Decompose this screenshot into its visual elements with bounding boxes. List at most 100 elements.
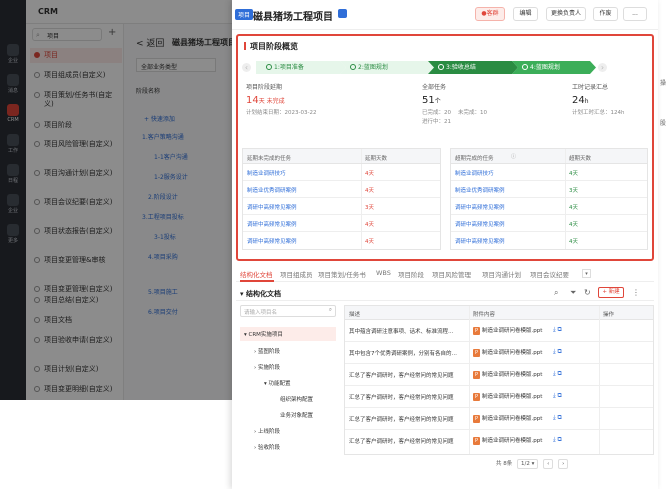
download-icon[interactable]: ⤓ ⧉ bbox=[553, 326, 562, 334]
task-link[interactable]: 调研中高频常见案例 bbox=[247, 203, 297, 211]
table-row: 制造业调研技巧 4天 bbox=[451, 164, 647, 181]
table-row: 调研中高频常见案例 4天 bbox=[243, 232, 440, 249]
edit-button[interactable]: 编辑 bbox=[513, 7, 538, 21]
more-icon[interactable]: ⋮ bbox=[632, 288, 640, 297]
check-icon bbox=[266, 64, 272, 70]
stage-steps: ‹ 1:项目准备 2:蓝图规划 3:验收总结 4:蓝图规划 › bbox=[242, 61, 648, 75]
project-detail-drawer: 项目 磁县猪场工程项目 🔒︎ ●客群 编辑 更换负责人 作废 ... 项目阶段概… bbox=[232, 0, 658, 489]
task-link[interactable]: 制造业优秀调研案例 bbox=[455, 186, 505, 194]
task-link[interactable]: 调研中高频常见案例 bbox=[455, 220, 505, 228]
tab-structured-doc[interactable]: 结构化文档 bbox=[240, 269, 273, 279]
new-button[interactable]: + 新建 bbox=[598, 287, 624, 298]
step-3[interactable]: 3:验收总结 bbox=[428, 61, 518, 74]
structured-doc-panel: ▾ 结构化文档 ⌕ ⏷ ↻ + 新建 ⋮ 请输入项目名 ⌕ ▾ CRM实施项目 ›… bbox=[236, 285, 654, 485]
tree-node[interactable]: › 上线阶段 bbox=[254, 427, 280, 435]
download-icon[interactable]: ⤓ ⧉ bbox=[553, 392, 562, 400]
search-icon[interactable]: ⌕ bbox=[554, 288, 558, 298]
step-4[interactable]: 4:蓝图规划 bbox=[512, 61, 596, 74]
tree-node[interactable]: 组织架构配置 bbox=[280, 395, 313, 403]
download-icon[interactable]: ⤓ ⧉ bbox=[553, 414, 562, 422]
task-link[interactable]: 制造业调研技巧 bbox=[247, 169, 286, 177]
overdue-tasks-table: 超期完成的任务 ⓘ 超期天数 制造业调研技巧 4天 制造业优秀调研案例 3天 调研中高频… bbox=[450, 148, 648, 250]
table-row: 调研中高频常见案例 4天 bbox=[451, 198, 647, 215]
tab-communication[interactable]: 项目沟通计划 bbox=[482, 269, 521, 279]
download-icon[interactable]: ⤓ ⧉ bbox=[553, 436, 562, 444]
help-icon[interactable]: ⓘ bbox=[511, 153, 516, 160]
page-title: 磁县猪场工程项目 bbox=[253, 12, 333, 23]
check-icon bbox=[350, 64, 356, 70]
tree-node[interactable]: ▾ 功能配置 bbox=[264, 379, 291, 387]
table-row: 调研中高频常见案例 4天 bbox=[451, 232, 647, 249]
tree-node[interactable]: › 蓝图阶段 bbox=[254, 347, 280, 355]
current-stage-icon bbox=[522, 64, 528, 70]
table-row: 汇总了客户调研时，客户经常问的常见问题 P 制造业调研问卷模版.ppt ⤓ ⧉ bbox=[345, 364, 653, 386]
attachment-link[interactable]: P 制造业调研问卷模版.ppt bbox=[473, 436, 542, 445]
tab-wbs[interactable]: WBS bbox=[376, 269, 391, 277]
ppt-file-icon: P bbox=[473, 415, 480, 423]
void-button[interactable]: 作废 bbox=[593, 7, 618, 21]
table-row: 制造业优秀调研案例 3天 bbox=[451, 181, 647, 198]
delayed-tasks-table: 延期未完成的任务 延期天数 制造业调研技巧 4天 制造业优秀调研案例 4天 调研中高频… bbox=[242, 148, 441, 250]
tree-node[interactable]: 业务对象配置 bbox=[280, 411, 313, 419]
attachment-link[interactable]: P 制造业调研问卷模版.ppt bbox=[473, 370, 542, 379]
tab-risk[interactable]: 项目风险管理 bbox=[432, 269, 471, 279]
task-link[interactable]: 调研中高频常见案例 bbox=[455, 237, 505, 245]
table-row: 其中蕴含调研注意事项、话术、标准流程… P 制造业调研问卷模版.ppt ⤓ ⧉ bbox=[345, 320, 653, 342]
metric-delay: 项目阶段延期 14天 未完成 计划结束日期：2023-03-22 bbox=[246, 84, 317, 116]
metric-hours: 工时记录汇总 24h 计划工时汇总：124h bbox=[572, 84, 625, 116]
search-icon: ⌕ bbox=[328, 307, 332, 313]
refresh-icon[interactable]: ↻ bbox=[584, 288, 591, 297]
step-1[interactable]: 1:项目准备 bbox=[256, 61, 346, 74]
section-title: ▾ 结构化文档 bbox=[240, 290, 281, 298]
table-row: 调研中高频常见案例 4天 bbox=[451, 215, 647, 232]
tab-minutes[interactable]: 项目会议纪要 bbox=[530, 269, 569, 279]
lock-icon[interactable]: 🔒︎ bbox=[326, 10, 330, 19]
tree-node[interactable]: › 实施阶段 bbox=[254, 363, 280, 371]
right-edge-strip: 操 股 bbox=[658, 0, 670, 489]
tag-icon[interactable] bbox=[338, 9, 347, 18]
task-link[interactable]: 制造业调研技巧 bbox=[455, 169, 494, 177]
tree-node[interactable]: ▾ CRM实施项目 bbox=[240, 327, 336, 341]
tab-stage[interactable]: 项目阶段 bbox=[398, 269, 424, 279]
tree-search-input[interactable]: 请输入项目名 ⌕ bbox=[240, 305, 336, 317]
attachment-link[interactable]: P 制造业调研问卷模版.ppt bbox=[473, 348, 542, 357]
doc-tree: 请输入项目名 ⌕ ▾ CRM实施项目 › 蓝图阶段 › 实施阶段 ▾ 功能配置 组… bbox=[240, 305, 340, 475]
table-row: 汇总了客户调研时，客户经常问的常见问题 P 制造业调研问卷模版.ppt ⤓ ⧉ bbox=[345, 408, 653, 430]
attachment-link[interactable]: P 制造业调研问卷模版.ppt bbox=[473, 392, 542, 401]
chevron-down-icon[interactable]: ▾ bbox=[582, 269, 591, 278]
step-2[interactable]: 2:蓝图规划 bbox=[340, 61, 434, 74]
page-select[interactable]: 1/2 ▾ bbox=[517, 459, 539, 469]
table-row: 其中包含7个优秀调研案例，分别有各自的… P 制造业调研问卷模版.ppt ⤓ ⧉ bbox=[345, 342, 653, 364]
doc-table: 描述 附件内容 操作 其中蕴含调研注意事项、话术、标准流程… P 制造业调研问卷模版… bbox=[344, 305, 654, 455]
tab-members[interactable]: 项目组成员 bbox=[280, 269, 313, 279]
table-row: 汇总了客户调研时，客户经常问的常见问题 P 制造业调研问卷模版.ppt ⤓ ⧉ bbox=[345, 386, 653, 408]
next-page-button[interactable]: › bbox=[558, 459, 569, 469]
overview-title: 项目阶段概览 bbox=[244, 41, 298, 52]
download-icon[interactable]: ⤓ ⧉ bbox=[553, 370, 562, 378]
task-link[interactable]: 制造业优秀调研案例 bbox=[247, 186, 297, 194]
attachment-link[interactable]: P 制造业调研问卷模版.ppt bbox=[473, 326, 542, 335]
chevron-right-icon[interactable]: › bbox=[598, 63, 607, 72]
stage-metrics: 项目阶段延期 14天 未完成 计划结束日期：2023-03-22 全部任务 51… bbox=[242, 82, 646, 142]
table-row: 汇总了客户调研时，客户经常问的常见问题 P 制造业调研问卷模版.ppt ⤓ ⧉ bbox=[349, 436, 562, 445]
drawer-header: 项目 磁县猪场工程项目 🔒︎ ●客群 编辑 更换负责人 作废 ... bbox=[232, 0, 658, 30]
check-icon bbox=[438, 64, 444, 70]
ppt-file-icon: P bbox=[473, 349, 480, 357]
detail-tabs: 结构化文档 项目组成员 项目策划/任务书 WBS 项目阶段 项目风险管理 项目沟… bbox=[236, 266, 654, 282]
change-owner-button[interactable]: 更换负责人 bbox=[546, 7, 586, 21]
filter-icon[interactable]: ⏷ bbox=[570, 288, 576, 298]
tree-node[interactable]: › 验收阶段 bbox=[254, 443, 280, 451]
task-link[interactable]: 调研中高频常见案例 bbox=[247, 237, 297, 245]
more-button[interactable]: ... bbox=[623, 7, 647, 21]
task-link[interactable]: 调研中高频常见案例 bbox=[455, 203, 505, 211]
ppt-file-icon: P bbox=[473, 393, 480, 401]
chevron-left-icon[interactable]: ‹ bbox=[242, 63, 251, 72]
customer-button[interactable]: ●客群 bbox=[475, 7, 505, 21]
task-link[interactable]: 调研中高频常见案例 bbox=[247, 220, 297, 228]
attachment-link[interactable]: P 制造业调研问卷模版.ppt bbox=[473, 414, 542, 423]
ppt-file-icon: P bbox=[473, 371, 480, 379]
download-icon[interactable]: ⤓ ⧉ bbox=[553, 348, 562, 356]
table-row: 调研中高频常见案例 4天 bbox=[243, 215, 440, 232]
prev-page-button[interactable]: ‹ bbox=[543, 459, 554, 469]
tab-plan[interactable]: 项目策划/任务书 bbox=[318, 269, 366, 279]
